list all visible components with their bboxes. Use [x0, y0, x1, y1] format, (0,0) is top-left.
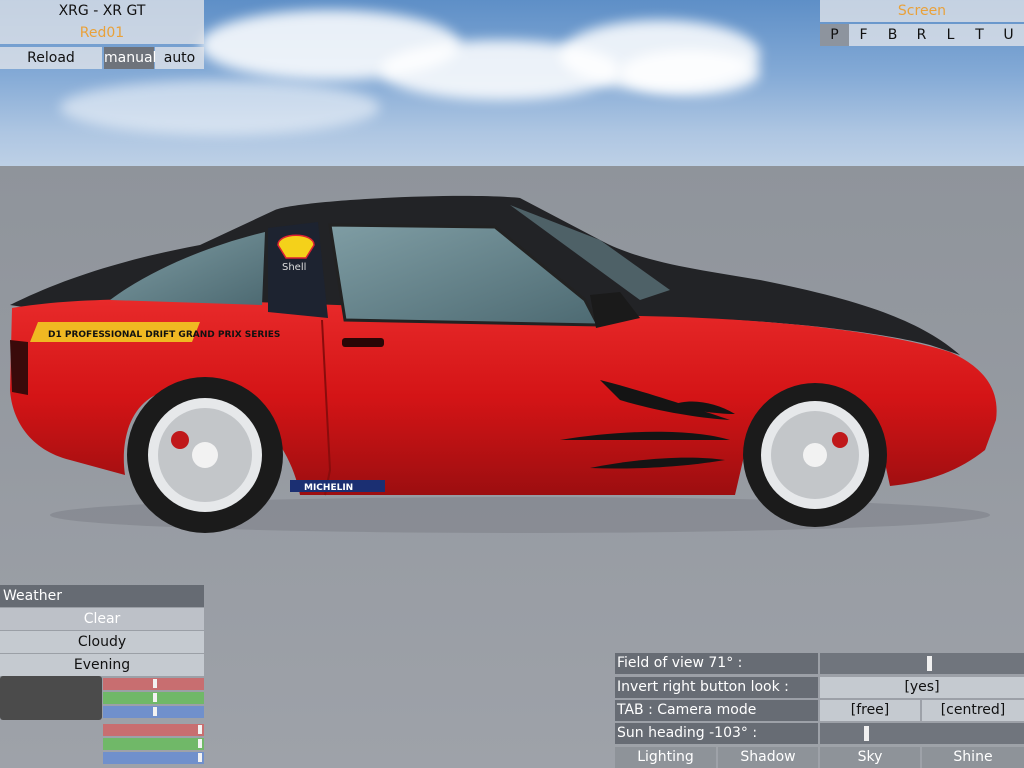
weather-color-slider-thumb[interactable] — [153, 679, 157, 688]
weather-color-slider[interactable] — [103, 724, 204, 736]
light-color-swatch — [0, 676, 102, 720]
view-button-t[interactable]: T — [965, 24, 994, 46]
view-buttons: P F B R L T U — [820, 24, 1024, 46]
weather-color-slider[interactable] — [103, 678, 204, 690]
invert-look-label: Invert right button look : — [615, 677, 818, 698]
weather-color-slider[interactable] — [103, 706, 204, 718]
weather-color-slider-thumb[interactable] — [198, 753, 202, 762]
invert-look-toggle[interactable]: [yes] — [820, 677, 1024, 698]
weather-option-evening[interactable]: Evening — [0, 654, 204, 676]
front-wheel — [743, 383, 887, 527]
shell-text: Shell — [282, 262, 306, 273]
weather-color-slider-thumb[interactable] — [153, 693, 157, 702]
sun-heading-label: Sun heading -103° : — [615, 723, 818, 744]
reload-button[interactable]: Reload — [0, 47, 102, 69]
weather-color-slider[interactable] — [103, 752, 204, 764]
shell-logo — [277, 234, 315, 259]
view-options-panel: Field of view 71° : Invert right button … — [615, 653, 1024, 768]
tail-light — [10, 340, 28, 395]
car-name: XRG - XR GT — [0, 0, 204, 22]
view-button-b[interactable]: B — [878, 24, 907, 46]
sun-heading-slider-thumb[interactable] — [864, 726, 869, 741]
view-button-f[interactable]: F — [849, 24, 878, 46]
screen-title: Screen — [820, 0, 1024, 22]
fov-slider[interactable] — [820, 653, 1024, 674]
camera-mode-label: TAB : Camera mode — [615, 700, 818, 721]
view-button-r[interactable]: R — [907, 24, 936, 46]
manual-button[interactable]: manual — [104, 47, 156, 69]
door-handle — [342, 338, 384, 347]
weather-color-slider[interactable] — [103, 738, 204, 750]
camera-free-button[interactable]: [free] — [820, 700, 920, 721]
weather-option-clear[interactable]: Clear — [0, 608, 204, 630]
tab-shine[interactable]: Shine — [922, 747, 1024, 768]
weather-color-slider-thumb[interactable] — [198, 725, 202, 734]
view-button-l[interactable]: L — [936, 24, 965, 46]
screen-panel: Screen P F B R L T U — [820, 0, 1024, 48]
view-button-u[interactable]: U — [994, 24, 1023, 46]
sun-heading-slider[interactable] — [820, 723, 1024, 744]
weather-option-cloudy[interactable]: Cloudy — [0, 631, 204, 653]
fov-label: Field of view 71° : — [615, 653, 818, 674]
view-button-p[interactable]: P — [820, 24, 849, 46]
car-skin-name[interactable]: Red01 — [0, 22, 204, 44]
weather-color-slider[interactable] — [103, 692, 204, 704]
weather-panel: Weather Clear Cloudy Evening — [0, 585, 204, 676]
tab-sky[interactable]: Sky — [820, 747, 920, 768]
car-info-panel: XRG - XR GT Red01 Reload manual auto — [0, 0, 204, 70]
auto-button[interactable]: auto — [155, 47, 204, 69]
weather-color-slider-thumb[interactable] — [198, 739, 202, 748]
tab-shadow[interactable]: Shadow — [718, 747, 818, 768]
weather-header: Weather — [0, 585, 204, 607]
weather-color-slider-thumb[interactable] — [153, 707, 157, 716]
rear-wheel — [127, 377, 283, 533]
camera-centred-button[interactable]: [centred] — [922, 700, 1024, 721]
d1-sticker-text: D1 PROFESSIONAL DRIFT GRAND PRIX SERIES — [48, 330, 280, 340]
tab-lighting[interactable]: Lighting — [615, 747, 716, 768]
michelin-text: MICHELIN — [304, 483, 353, 493]
fov-slider-thumb[interactable] — [927, 656, 932, 671]
